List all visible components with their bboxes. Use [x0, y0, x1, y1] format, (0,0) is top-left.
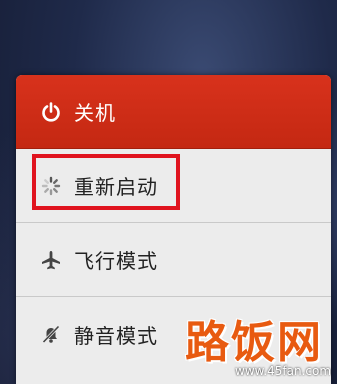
- silent-mode-label: 静音模式: [74, 323, 158, 348]
- airplane-icon: [40, 249, 62, 271]
- mute-bell-icon: [40, 323, 62, 345]
- menu-item-airplane-mode[interactable]: 飞行模式: [16, 223, 331, 297]
- power-off-label: 关机: [74, 101, 116, 125]
- reboot-label: 重新启动: [74, 175, 158, 199]
- watermark-logo-text: 路饭网: [185, 317, 323, 368]
- site-watermark: 路饭网 www.45fan.com: [185, 318, 337, 384]
- power-icon: [40, 101, 62, 123]
- airplane-mode-label: 飞行模式: [74, 249, 158, 273]
- menu-item-power-off[interactable]: 关机: [16, 75, 331, 149]
- reboot-spinner-icon: [40, 175, 62, 197]
- watermark-url: www.45fan.com: [235, 364, 332, 378]
- menu-item-reboot[interactable]: 重新启动: [16, 149, 331, 223]
